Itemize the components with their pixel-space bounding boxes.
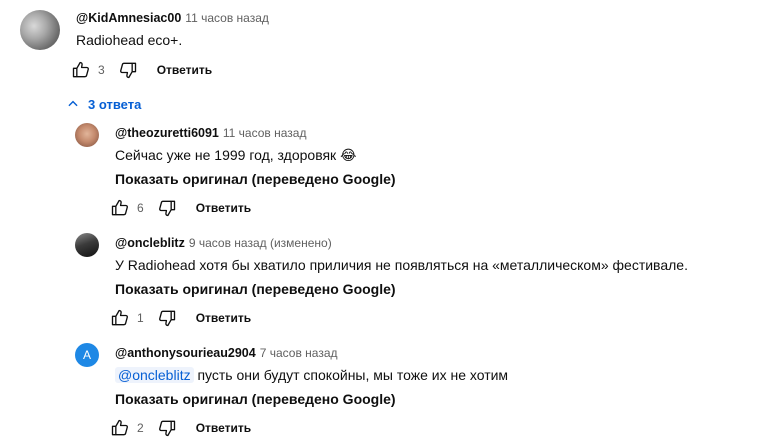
avatar[interactable]	[75, 123, 99, 147]
thumb-up-icon	[111, 309, 128, 326]
reply-button[interactable]: Ответить	[157, 63, 212, 77]
reply-header: @oncleblitz 9 часов назад (изменено)	[115, 234, 332, 252]
like-button[interactable]	[109, 417, 131, 439]
reply-actions: 2 Ответить	[109, 417, 251, 439]
reply-time[interactable]: 9 часов назад (изменено)	[189, 236, 332, 250]
avatar[interactable]: A	[75, 343, 99, 367]
comment-header: @KidAmnesiac00 11 часов назад	[76, 9, 269, 27]
chevron-up-icon	[68, 100, 78, 107]
like-button[interactable]	[70, 59, 92, 81]
dislike-button[interactable]	[156, 417, 178, 439]
reply-button[interactable]: Ответить	[196, 421, 251, 435]
reply-author[interactable]: @oncleblitz	[115, 236, 185, 250]
thumb-up-icon	[111, 199, 128, 216]
thumb-up-icon	[111, 419, 128, 436]
reply-time[interactable]: 7 часов назад	[260, 346, 338, 360]
replies-toggle[interactable]: 3 ответа	[66, 94, 141, 114]
reply-text: У Radiohead хотя бы хватило приличия не …	[115, 257, 688, 273]
thumb-down-icon	[158, 310, 175, 327]
reply-button[interactable]: Ответить	[196, 201, 251, 215]
like-button[interactable]	[109, 197, 131, 219]
reply-header: @anthonysourieau2904 7 часов назад	[115, 344, 338, 362]
dislike-button[interactable]	[117, 59, 139, 81]
comment-time[interactable]: 11 часов назад	[185, 11, 269, 25]
reply-text: Сейчас уже не 1999 год, здоровяк 😂	[115, 147, 357, 163]
comment-actions: 3 Ответить	[70, 59, 212, 81]
thumb-up-icon	[72, 61, 89, 78]
reply-text: @oncleblitz пусть они будут спокойны, мы…	[115, 367, 508, 383]
avatar[interactable]	[75, 233, 99, 257]
thumb-down-icon	[158, 420, 175, 437]
like-button[interactable]	[109, 307, 131, 329]
reply-author[interactable]: @anthonysourieau2904	[115, 346, 256, 360]
comment-text: Radiohead eco+.	[76, 32, 183, 48]
replies-count: 3 ответа	[88, 96, 142, 112]
show-original-link[interactable]: Показать оригинал (переведено Google)	[115, 281, 396, 297]
reply-button[interactable]: Ответить	[196, 311, 251, 325]
show-original-link[interactable]: Показать оригинал (переведено Google)	[115, 171, 396, 187]
dislike-button[interactable]	[156, 307, 178, 329]
thumb-down-icon	[119, 62, 136, 79]
comment-author[interactable]: @KidAmnesiac00	[76, 11, 181, 25]
reply-actions: 6 Ответить	[109, 197, 251, 219]
reply-header: @theozuretti6091 11 часов назад	[115, 124, 306, 142]
dislike-button[interactable]	[156, 197, 178, 219]
avatar[interactable]	[20, 10, 60, 50]
like-count: 1	[137, 311, 144, 325]
avatar-letter: A	[82, 348, 91, 362]
show-original-link[interactable]: Показать оригинал (переведено Google)	[115, 391, 396, 407]
like-count: 2	[137, 421, 144, 435]
thumb-down-icon	[158, 200, 175, 217]
mention-link[interactable]: @oncleblitz	[115, 367, 194, 383]
like-count: 3	[98, 63, 105, 77]
reply-body: пусть они будут спокойны, мы тоже их не …	[197, 367, 509, 383]
reply-time[interactable]: 11 часов назад	[223, 126, 307, 140]
like-count: 6	[137, 201, 144, 215]
reply-author[interactable]: @theozuretti6091	[115, 126, 219, 140]
reply-actions: 1 Ответить	[109, 307, 251, 329]
